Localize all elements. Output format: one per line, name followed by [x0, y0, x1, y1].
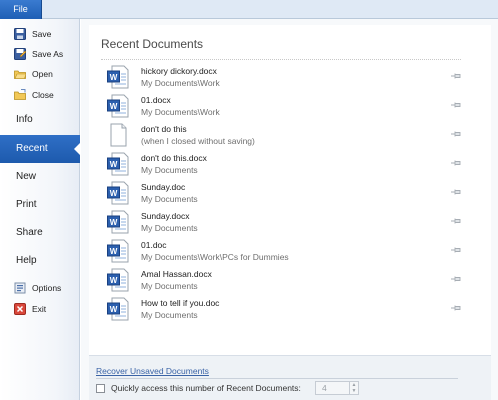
svg-text:W: W [110, 189, 118, 198]
ribbon-bar: File [0, 0, 498, 19]
close-label: Close [32, 90, 54, 100]
pin-icon[interactable] [450, 275, 462, 283]
save-icon [14, 28, 26, 40]
word-document-icon: W [107, 268, 129, 292]
recent-footer: Recover Unsaved Documents Quickly access… [89, 355, 491, 400]
pin-icon[interactable] [450, 101, 462, 109]
word-document-icon: W [107, 94, 129, 118]
document-name: Amal Hassan.docx [141, 269, 212, 279]
exit-command[interactable]: Exit [14, 301, 46, 317]
recent-document-item[interactable]: W don't do this.docx My Documents [107, 150, 462, 179]
open-command[interactable]: Open [14, 66, 53, 82]
backstage-sidebar: Save Save As Open Close Info Recent New … [0, 19, 81, 400]
quick-access-count-spinner[interactable]: 4 ▲ ▼ [315, 381, 359, 395]
save-as-command[interactable]: Save As [14, 46, 63, 62]
recent-documents-title: Recent Documents [101, 37, 204, 51]
word-document-icon: W [107, 65, 129, 89]
document-path: My Documents\Work\PCs for Dummies [141, 252, 289, 262]
nav-help[interactable]: Help [16, 251, 37, 271]
nav-info[interactable]: Info [16, 110, 33, 130]
document-name: hickory dickory.docx [141, 66, 217, 76]
document-path: My Documents [141, 310, 198, 320]
recent-document-item[interactable]: W Sunday.docx My Documents [107, 208, 462, 237]
document-name: Sunday.docx [141, 211, 190, 221]
footer-divider [96, 378, 458, 379]
open-folder-icon [14, 68, 27, 80]
pin-icon[interactable] [450, 217, 462, 225]
spinner-arrows-icon[interactable]: ▲ ▼ [349, 382, 358, 394]
recent-document-item[interactable]: W Sunday.doc My Documents [107, 179, 462, 208]
options-command[interactable]: Options [14, 280, 61, 296]
save-command[interactable]: Save [14, 26, 51, 42]
save-label: Save [32, 29, 52, 39]
recover-unsaved-documents-link[interactable]: Recover Unsaved Documents [96, 366, 209, 376]
svg-text:W: W [110, 160, 118, 169]
svg-text:W: W [110, 218, 118, 227]
exit-label: Exit [32, 304, 47, 314]
pin-icon[interactable] [450, 130, 462, 138]
document-path: My Documents\Work [141, 107, 220, 117]
word-document-icon: W [107, 210, 129, 234]
recent-document-item[interactable]: W hickory dickory.docx My Documents\Work [107, 63, 462, 92]
document-name: How to tell if you.doc [141, 298, 220, 308]
word-document-icon: W [107, 239, 129, 263]
pin-icon[interactable] [450, 72, 462, 80]
blank-document-icon [107, 123, 129, 147]
document-path: My Documents [141, 223, 198, 233]
backstage-main: Recent Documents W hickory dickory.docx … [81, 19, 498, 400]
svg-text:W: W [110, 247, 118, 256]
exit-icon [14, 303, 26, 315]
quick-access-checkbox[interactable] [96, 384, 105, 393]
document-name: don't do this [141, 124, 187, 134]
file-tab[interactable]: File [0, 0, 42, 19]
word-document-icon: W [107, 152, 129, 176]
close-command[interactable]: Close [14, 87, 54, 103]
document-name: Sunday.doc [141, 182, 186, 192]
pin-icon[interactable] [450, 304, 462, 312]
recent-document-item[interactable]: W 01.docx My Documents\Work [107, 92, 462, 121]
title-divider [101, 59, 461, 60]
nav-print[interactable]: Print [16, 195, 37, 215]
quick-access-label: Quickly access this number of Recent Doc… [111, 383, 301, 393]
save-as-icon [14, 48, 27, 60]
recent-document-item[interactable]: W Amal Hassan.docx My Documents [107, 266, 462, 295]
recent-documents-panel: Recent Documents W hickory dickory.docx … [89, 25, 491, 355]
document-path: My Documents [141, 281, 198, 291]
pin-icon[interactable] [450, 159, 462, 167]
pin-icon[interactable] [450, 246, 462, 254]
word-document-icon: W [107, 297, 129, 321]
document-path: My Documents [141, 165, 198, 175]
open-label: Open [32, 69, 53, 79]
options-label: Options [32, 283, 62, 293]
pin-icon[interactable] [450, 188, 462, 196]
nav-share[interactable]: Share [16, 223, 43, 243]
document-name: 01.docx [141, 95, 171, 105]
word-document-icon: W [107, 181, 129, 205]
svg-text:W: W [110, 73, 118, 82]
save-as-label: Save As [32, 49, 64, 59]
svg-text:W: W [110, 276, 118, 285]
quick-access-count-value: 4 [322, 383, 327, 393]
close-folder-icon [14, 89, 26, 101]
recent-document-item[interactable]: W How to tell if you.doc My Documents [107, 295, 462, 324]
document-path: My Documents\Work [141, 78, 220, 88]
svg-text:W: W [110, 102, 118, 111]
nav-recent[interactable]: Recent [0, 135, 81, 163]
document-path: (when I closed without saving) [141, 136, 255, 146]
document-name: don't do this.docx [141, 153, 207, 163]
document-path: My Documents [141, 194, 198, 204]
nav-new[interactable]: New [16, 167, 36, 187]
recent-document-item[interactable]: don't do this (when I closed without sav… [107, 121, 462, 150]
options-icon [14, 282, 26, 294]
document-name: 01.doc [141, 240, 167, 250]
svg-text:W: W [110, 305, 118, 314]
recent-document-item[interactable]: W 01.doc My Documents\Work\PCs for Dummi… [107, 237, 462, 266]
